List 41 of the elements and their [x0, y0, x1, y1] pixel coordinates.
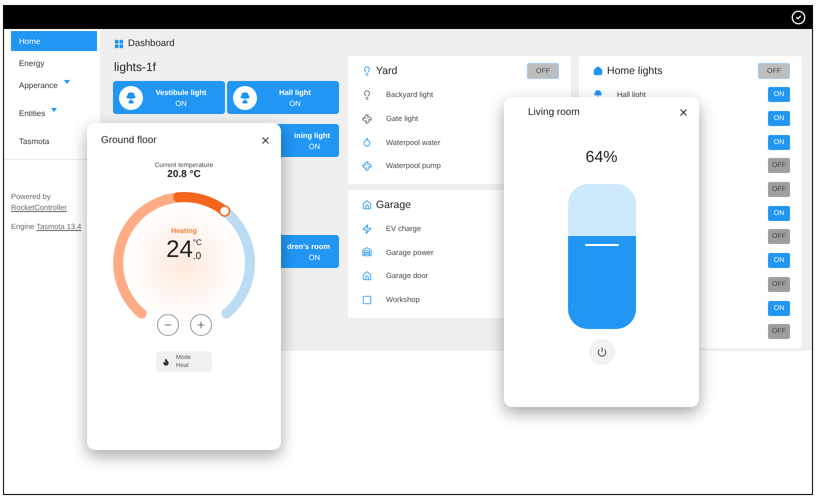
device-icon	[362, 160, 372, 171]
dashboard-icon	[114, 38, 124, 48]
app-logo-icon[interactable]	[791, 10, 806, 25]
device-icon	[362, 270, 372, 281]
nav-item[interactable]: Apperance	[11, 75, 97, 95]
slider-handle[interactable]	[584, 244, 618, 246]
decrease-button[interactable]	[156, 314, 178, 336]
group-icon	[362, 66, 372, 76]
target-temperature: 24	[166, 238, 193, 262]
house-icon	[593, 66, 603, 76]
power-button[interactable]	[588, 339, 614, 365]
plus-icon	[196, 320, 206, 330]
lamp-icon	[125, 92, 137, 104]
device-icon	[362, 224, 372, 234]
power-icon	[596, 347, 606, 357]
dialog-title: Living room	[528, 107, 580, 118]
group-icon	[362, 200, 372, 210]
device-icon	[362, 90, 372, 100]
brightness-reading: 64%	[585, 149, 618, 167]
device-icon	[362, 247, 372, 258]
increase-button[interactable]	[190, 314, 212, 336]
dashboard-title: Dashboard	[128, 38, 174, 49]
card-title: Yard	[376, 65, 398, 77]
nav-item[interactable]: Energy	[11, 53, 97, 73]
temperature-unit: °C	[192, 238, 202, 247]
nav-item[interactable]: Entities	[11, 103, 97, 123]
close-button[interactable]	[260, 135, 271, 146]
device-icon	[362, 137, 372, 148]
target-decimal: .0	[192, 251, 202, 262]
close-button[interactable]	[678, 107, 689, 118]
device-icon	[362, 114, 372, 124]
group-title: lights-1f	[114, 60, 158, 74]
dialog-title: Ground floor	[101, 135, 157, 146]
brightness-slider[interactable]	[568, 184, 636, 329]
card-title: Garage	[376, 198, 412, 211]
device-icon	[362, 294, 372, 305]
flame-icon	[162, 358, 170, 366]
card-title: Home lights	[607, 65, 664, 77]
current-temperature: 20.8 °C	[167, 169, 201, 180]
lamp-icon	[239, 92, 251, 104]
nav-item[interactable]: Home	[11, 31, 97, 51]
